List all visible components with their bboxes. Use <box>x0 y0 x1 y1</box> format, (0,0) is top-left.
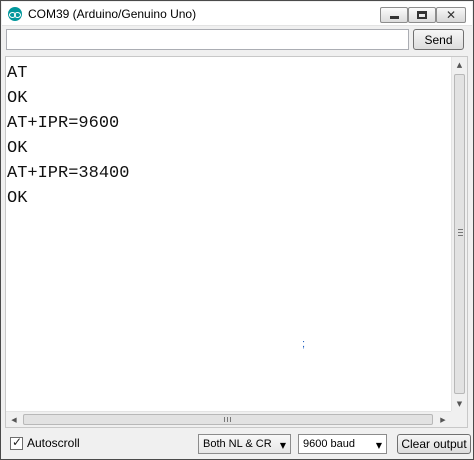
window-title: COM39 (Arduino/Genuino Uno) <box>28 7 197 21</box>
close-icon: ✕ <box>445 8 457 22</box>
scrollbar-corner <box>451 411 467 427</box>
serial-output-area[interactable]: AT OK AT+IPR=9600 OK AT+IPR=38400 OK ; ▲… <box>5 56 468 428</box>
grip-icon <box>224 417 231 422</box>
clear-output-button[interactable]: Clear output <box>397 434 471 454</box>
autoscroll-label: Autoscroll <box>27 436 80 450</box>
scroll-right-icon[interactable]: ▶ <box>435 412 451 427</box>
output-line: OK <box>7 89 28 108</box>
output-line: OK <box>7 189 28 208</box>
horizontal-scroll-thumb[interactable] <box>23 414 433 425</box>
output-lines: AT OK AT+IPR=9600 OK AT+IPR=38400 OK <box>7 61 129 211</box>
arduino-logo-icon <box>8 7 22 21</box>
vertical-scrollbar[interactable]: ▲ ▼ <box>451 57 467 412</box>
scroll-down-icon[interactable]: ▼ <box>452 396 467 412</box>
horizontal-scrollbar[interactable]: ◀ ▶ <box>6 411 467 427</box>
title-bar[interactable]: COM39 (Arduino/Genuino Uno) ✕ <box>2 2 472 26</box>
chevron-down-icon: ▼ <box>375 441 382 450</box>
close-button[interactable]: ✕ <box>436 7 466 23</box>
autoscroll-checkbox[interactable] <box>10 435 23 450</box>
stray-mark: ; <box>302 338 306 350</box>
maximize-button[interactable] <box>408 7 436 23</box>
minimize-icon <box>389 16 399 19</box>
line-ending-select[interactable]: Both NL & CR ▼ <box>198 434 291 454</box>
bottom-bar: Autoscroll Both NL & CR ▼ 9600 baud ▼ Cl… <box>2 431 472 457</box>
maximize-icon <box>417 11 427 19</box>
output-line: OK <box>7 139 28 158</box>
send-button[interactable]: Send <box>413 29 464 50</box>
vertical-scroll-thumb[interactable] <box>454 74 465 394</box>
scroll-up-icon[interactable]: ▲ <box>452 57 467 73</box>
minimize-button[interactable] <box>380 7 408 23</box>
autoscroll-toggle[interactable]: Autoscroll <box>10 435 80 450</box>
chevron-down-icon: ▼ <box>279 441 286 450</box>
output-line: AT <box>7 64 28 83</box>
scroll-left-icon[interactable]: ◀ <box>6 412 22 427</box>
output-line: AT+IPR=38400 <box>7 164 130 183</box>
baud-rate-select[interactable]: 9600 baud ▼ <box>298 434 387 454</box>
serial-monitor-window: COM39 (Arduino/Genuino Uno) ✕ Send AT OK… <box>0 0 474 460</box>
baud-rate-value: 9600 baud <box>303 438 355 450</box>
line-ending-value: Both NL & CR <box>203 438 272 450</box>
send-input[interactable] <box>6 29 409 50</box>
output-line: AT+IPR=9600 <box>7 114 120 133</box>
grip-icon <box>458 229 463 236</box>
